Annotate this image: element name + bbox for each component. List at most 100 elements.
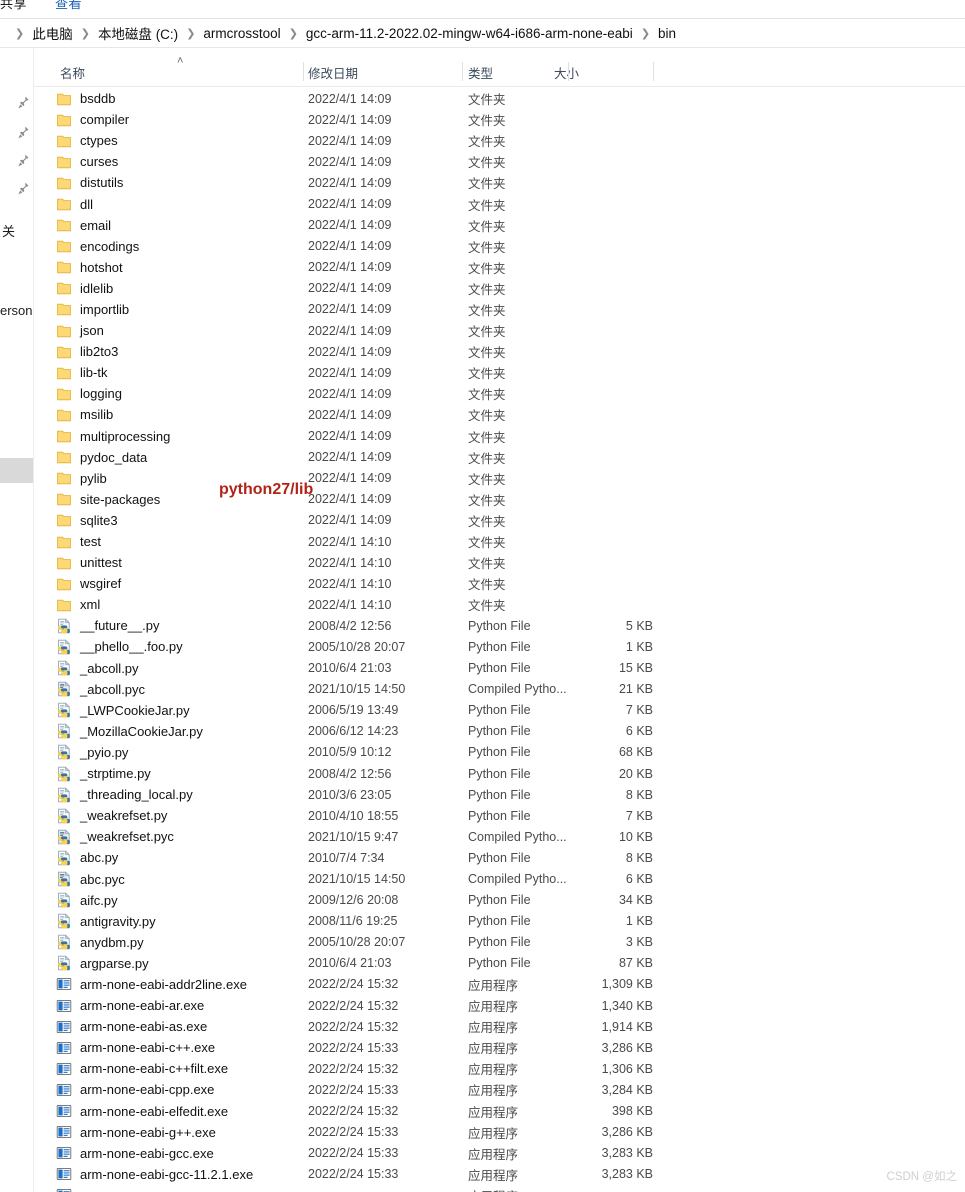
file-name-cell[interactable]: _LWPCookieJar.py [56, 700, 190, 721]
column-resize-handle-0[interactable] [303, 62, 304, 81]
table-row[interactable]: wsgiref 2022/4/1 14:10 文件夹 [34, 573, 965, 594]
file-name-cell[interactable]: sqlite3 [56, 510, 118, 531]
column-header-2[interactable]: 类型 [468, 63, 493, 82]
file-name-cell[interactable]: site-packages [56, 489, 160, 510]
breadcrumb-item-4[interactable]: bin [657, 26, 677, 41]
table-row[interactable]: importlib 2022/4/1 14:09 文件夹 [34, 299, 965, 320]
file-name-cell[interactable]: argparse.py [56, 953, 149, 974]
file-name-cell[interactable]: pylib [56, 468, 107, 489]
file-name-cell[interactable]: wsgiref [56, 573, 121, 594]
column-resize-handle-1[interactable] [462, 62, 463, 81]
table-row[interactable]: arm-none-eabi-c++.exe 2022/2/24 15:33 应用程序… [34, 1037, 965, 1058]
table-row[interactable]: abc.py 2010/7/4 7:34 Python File 8 KB [34, 847, 965, 868]
file-name-cell[interactable]: lib2to3 [56, 341, 118, 362]
file-name-cell[interactable]: _abcoll.pyc [56, 679, 145, 700]
file-name-cell[interactable]: lib-tk [56, 362, 107, 383]
file-name-cell[interactable]: encodings [56, 236, 139, 257]
file-name-cell[interactable]: anydbm.py [56, 932, 144, 953]
file-name-cell[interactable]: __future__.py [56, 615, 160, 636]
table-row[interactable]: arm-none-eabi-elfedit.exe 2022/2/24 15:32… [34, 1101, 965, 1122]
table-row[interactable]: arm-none-eabi-addr2line.exe 2022/2/24 15:… [34, 974, 965, 995]
breadcrumb-item-2[interactable]: armcrosstool [202, 26, 281, 41]
file-name-cell[interactable]: arm-none-eabi-addr2line.exe [56, 974, 247, 995]
table-row[interactable]: logging 2022/4/1 14:09 文件夹 [34, 383, 965, 404]
pin-icon[interactable] [18, 126, 30, 140]
file-name-cell[interactable]: importlib [56, 299, 129, 320]
table-row[interactable]: lib-tk 2022/4/1 14:09 文件夹 [34, 362, 965, 383]
table-row[interactable]: arm-none-eabi-cpp.exe 2022/2/24 15:33 应用程序… [34, 1079, 965, 1100]
nav-item-label-1[interactable]: ersona [0, 303, 34, 318]
table-row[interactable]: multiprocessing 2022/4/1 14:09 文件夹 [34, 426, 965, 447]
file-list[interactable]: bsddb 2022/4/1 14:09 文件夹 compiler 2022/4/1 1… [34, 88, 965, 1192]
file-name-cell[interactable]: _pyio.py [56, 742, 128, 763]
file-name-cell[interactable] [56, 1185, 80, 1192]
column-header-1[interactable]: 修改日期 [308, 63, 358, 82]
table-row[interactable]: lib2to3 2022/4/1 14:09 文件夹 [34, 341, 965, 362]
table-row[interactable]: json 2022/4/1 14:09 文件夹 [34, 320, 965, 341]
table-row[interactable]: pylib 2022/4/1 14:09 文件夹 [34, 468, 965, 489]
file-name-cell[interactable]: arm-none-eabi-cpp.exe [56, 1079, 214, 1100]
navigation-pane[interactable]: 关 ersona [0, 48, 34, 1192]
nav-item-label-0[interactable]: 关 [2, 221, 15, 240]
table-row[interactable]: sqlite3 2022/4/1 14:09 文件夹 [34, 510, 965, 531]
table-row[interactable]: __phello__.foo.py 2005/10/28 20:07 Python … [34, 636, 965, 657]
file-name-cell[interactable]: _abcoll.py [56, 658, 139, 679]
table-row[interactable]: 应用程序 [34, 1185, 965, 1192]
file-name-cell[interactable]: ctypes [56, 130, 118, 151]
file-name-cell[interactable]: test [56, 531, 101, 552]
pin-icon[interactable] [18, 154, 30, 168]
file-name-cell[interactable]: antigravity.py [56, 911, 156, 932]
table-row[interactable]: aifc.py 2009/12/6 20:08 Python File 34 KB [34, 890, 965, 911]
file-name-cell[interactable]: abc.pyc [56, 869, 125, 890]
file-name-cell[interactable]: arm-none-eabi-as.exe [56, 1016, 207, 1037]
table-row[interactable]: compiler 2022/4/1 14:09 文件夹 [34, 109, 965, 130]
file-name-cell[interactable]: _weakrefset.py [56, 805, 167, 826]
table-row[interactable]: _weakrefset.pyc 2021/10/15 9:47 Compiled P… [34, 826, 965, 847]
file-name-cell[interactable]: _strptime.py [56, 763, 151, 784]
nav-item-selected[interactable] [0, 458, 34, 483]
file-name-cell[interactable]: _weakrefset.pyc [56, 826, 174, 847]
table-row[interactable]: arm-none-eabi-as.exe 2022/2/24 15:32 应用程序 1… [34, 1016, 965, 1037]
table-row[interactable]: _threading_local.py 2010/3/6 23:05 Python … [34, 784, 965, 805]
breadcrumb-item-1[interactable]: 本地磁盘 (C:) [97, 23, 179, 43]
table-row[interactable]: idlelib 2022/4/1 14:09 文件夹 [34, 278, 965, 299]
table-row[interactable]: arm-none-eabi-c++filt.exe 2022/2/24 15:32… [34, 1058, 965, 1079]
file-name-cell[interactable]: arm-none-eabi-gcc-11.2.1.exe [56, 1164, 253, 1185]
table-row[interactable]: _abcoll.py 2010/6/4 21:03 Python File 15 KB [34, 658, 965, 679]
table-row[interactable]: abc.pyc 2021/10/15 14:50 Compiled Pytho...… [34, 868, 965, 889]
table-row[interactable]: bsddb 2022/4/1 14:09 文件夹 [34, 88, 965, 109]
table-row[interactable]: argparse.py 2010/6/4 21:03 Python File 87 K… [34, 953, 965, 974]
file-name-cell[interactable]: logging [56, 383, 122, 404]
table-row[interactable]: _MozillaCookieJar.py 2006/6/12 14:23 Pytho… [34, 721, 965, 742]
table-row[interactable]: anydbm.py 2005/10/28 20:07 Python File 3 KB [34, 932, 965, 953]
file-name-cell[interactable]: arm-none-eabi-g++.exe [56, 1122, 216, 1143]
file-name-cell[interactable]: multiprocessing [56, 426, 170, 447]
file-name-cell[interactable]: _MozillaCookieJar.py [56, 721, 203, 742]
pin-icon[interactable] [18, 182, 30, 196]
breadcrumb[interactable]: ❯ 此电脑 ❯ 本地磁盘 (C:) ❯ armcrosstool ❯ gcc-arm-11.2… [8, 22, 677, 44]
file-name-cell[interactable]: __phello__.foo.py [56, 636, 183, 657]
file-name-cell[interactable]: bsddb [56, 88, 115, 109]
column-header-bar[interactable]: 名称 修改日期 类型 大小 ˄ [34, 55, 965, 86]
table-row[interactable]: msilib 2022/4/1 14:09 文件夹 [34, 404, 965, 425]
file-name-cell[interactable]: dll [56, 194, 93, 215]
file-name-cell[interactable]: distutils [56, 172, 123, 193]
table-row[interactable]: pydoc_data 2022/4/1 14:09 文件夹 [34, 447, 965, 468]
table-row[interactable]: site-packages 2022/4/1 14:09 文件夹 [34, 489, 965, 510]
ribbon-tab-0[interactable]: 共享 [0, 0, 27, 12]
table-row[interactable]: xml 2022/4/1 14:10 文件夹 [34, 594, 965, 615]
file-name-cell[interactable]: compiler [56, 109, 129, 130]
file-name-cell[interactable]: abc.py [56, 847, 118, 868]
table-row[interactable]: test 2022/4/1 14:10 文件夹 [34, 531, 965, 552]
file-name-cell[interactable]: xml [56, 594, 100, 615]
ribbon-tab-1[interactable]: 查看 [55, 0, 82, 12]
column-resize-handle-2[interactable] [568, 62, 569, 81]
table-row[interactable]: dll 2022/4/1 14:09 文件夹 [34, 193, 965, 214]
file-name-cell[interactable]: unittest [56, 552, 122, 573]
file-name-cell[interactable]: json [56, 320, 104, 341]
file-name-cell[interactable]: _threading_local.py [56, 784, 193, 805]
file-name-cell[interactable]: pydoc_data [56, 447, 147, 468]
file-name-cell[interactable]: hotshot [56, 257, 123, 278]
column-resize-handle-3[interactable] [653, 62, 654, 81]
table-row[interactable]: __future__.py 2008/4/2 12:56 Python File 5 … [34, 615, 965, 636]
